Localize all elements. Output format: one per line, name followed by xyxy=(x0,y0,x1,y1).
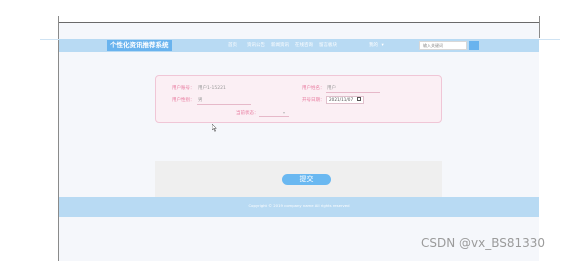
watermark-text: CSDN @vx_BS81330 xyxy=(421,236,546,250)
account-value: 用户1-15221 xyxy=(198,86,226,91)
nav-item-consult[interactable]: 在线咨询 xyxy=(295,39,313,52)
top-navbar: 个性化资讯推荐系统 首页 资讯公告 新闻资讯 在线咨询 留言板块 我的 ▾ 输入… xyxy=(59,39,539,52)
name-field[interactable]: 用户 xyxy=(327,85,336,91)
date-label: 开号日期： xyxy=(302,98,325,103)
nav-item-announcements[interactable]: 资讯公告 xyxy=(247,39,265,52)
nav-item-home[interactable]: 首页 xyxy=(228,39,237,52)
page-canvas: 个性化资讯推荐系统 首页 资讯公告 新闻资讯 在线咨询 留言板块 我的 ▾ 输入… xyxy=(59,23,539,261)
mouse-cursor-icon xyxy=(212,124,218,132)
nav-user-menu[interactable]: 我的 ▾ xyxy=(369,39,384,52)
user-form-card: 用户账号： 用户1-15221 用户姓名： 用户 用户性别： 男 开号日期： 2… xyxy=(155,75,442,123)
calendar-icon[interactable] xyxy=(357,97,361,101)
gender-field[interactable]: 男 xyxy=(198,97,203,103)
nav-item-news[interactable]: 新闻资讯 xyxy=(271,39,289,52)
status-label: 当前状态： xyxy=(236,111,259,116)
window-right-border xyxy=(539,16,540,38)
date-value: 2021/11/07 xyxy=(329,97,354,102)
status-select[interactable]: ▾ xyxy=(259,109,289,117)
search-input[interactable]: 输入关键词 xyxy=(419,41,467,50)
site-brand[interactable]: 个性化资讯推荐系统 xyxy=(107,40,172,51)
search-button[interactable] xyxy=(469,41,479,50)
submit-section: 提交 xyxy=(155,161,442,197)
navbar-edge-left xyxy=(40,39,59,40)
nav-item-messages[interactable]: 留言板块 xyxy=(319,39,337,52)
name-underline xyxy=(326,92,380,93)
nav-user-label: 我的 xyxy=(369,43,378,48)
copyright-text: Copyright © 2019 company name All rights… xyxy=(248,203,350,208)
gender-underline xyxy=(197,104,251,105)
account-label: 用户账号： xyxy=(172,86,195,91)
name-label: 用户姓名： xyxy=(302,86,325,91)
navbar-edge-right xyxy=(539,39,560,40)
chevron-down-icon: ▾ xyxy=(381,43,384,48)
submit-button[interactable]: 提交 xyxy=(282,174,331,185)
gender-label: 用户性别： xyxy=(172,98,195,103)
site-footer: Copyright © 2019 company name All rights… xyxy=(59,197,539,217)
chevron-down-icon: ▾ xyxy=(283,110,286,115)
